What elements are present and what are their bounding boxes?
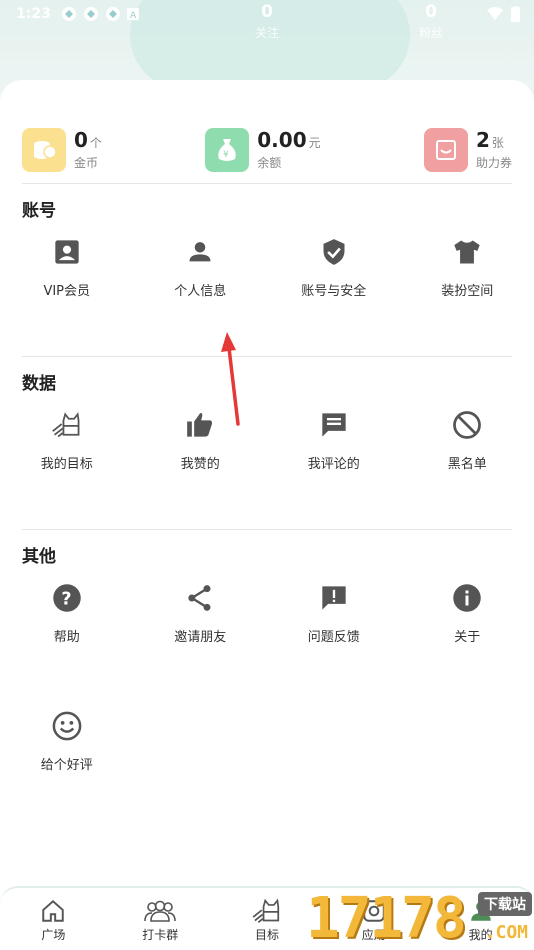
section-account: 账号 VIP会员 个人信息 账号与安全 装扮空间 bbox=[22, 184, 512, 357]
target-cat-icon bbox=[252, 898, 280, 923]
asset-coupons[interactable]: 2张 助力券 bbox=[423, 116, 512, 183]
coins-value: 0 bbox=[74, 128, 88, 152]
shield-check-icon bbox=[318, 236, 350, 268]
feedback-icon bbox=[318, 582, 350, 614]
section-title-data: 数据 bbox=[22, 374, 56, 394]
tshirt-icon bbox=[451, 236, 483, 268]
menu-feedback[interactable]: 问题反馈 bbox=[267, 574, 401, 702]
menu-account-security[interactable]: 账号与安全 bbox=[267, 228, 401, 356]
asset-coins[interactable]: 0个 金币 bbox=[22, 116, 102, 183]
watermark-suffix: .COM bbox=[484, 922, 528, 943]
status-notification-icons: A bbox=[61, 6, 139, 22]
vip-card-icon bbox=[51, 236, 83, 268]
menu-my-likes[interactable]: 我赞的 bbox=[134, 401, 268, 529]
section-title-other: 其他 bbox=[22, 547, 56, 567]
watermark-tag: 下载站 bbox=[478, 892, 532, 916]
section-other: 其他 ? 帮助 邀请朋友 问题反馈 关于 给个好评 bbox=[22, 530, 512, 830]
balance-value: 0.00 bbox=[257, 128, 307, 152]
assets-row: 0个 金币 ¥ 0.00 元 余额 2张 助力券 bbox=[22, 80, 512, 184]
info-icon bbox=[451, 582, 483, 614]
coins-label: 金币 bbox=[74, 156, 99, 170]
nav-checkin-group[interactable]: 打卡群 bbox=[107, 888, 214, 950]
site-watermark: 17178 下载站 .COM bbox=[306, 884, 534, 950]
status-right bbox=[487, 6, 520, 22]
menu-dress-space[interactable]: 装扮空间 bbox=[401, 228, 534, 356]
menu-rate-app[interactable]: 给个好评 bbox=[0, 702, 134, 830]
home-icon bbox=[42, 899, 65, 922]
notification-icon bbox=[61, 7, 76, 21]
menu-personal-info[interactable]: 个人信息 bbox=[134, 228, 268, 356]
coupon-value: 2 bbox=[475, 128, 490, 152]
share-icon bbox=[184, 582, 216, 614]
watermark-digits: 17178 bbox=[306, 886, 467, 950]
coupon-icon bbox=[423, 127, 468, 172]
balance-label: 余额 bbox=[257, 156, 282, 170]
asset-balance[interactable]: ¥ 0.00 元 余额 bbox=[205, 116, 321, 183]
svg-text:¥: ¥ bbox=[223, 150, 229, 160]
battery-icon bbox=[511, 6, 520, 22]
group-icon bbox=[144, 900, 176, 922]
block-icon bbox=[451, 409, 483, 441]
wifi-icon bbox=[487, 7, 503, 20]
money-bag-icon: ¥ bbox=[205, 127, 250, 172]
profile-card: 0个 金币 ¥ 0.00 元 余额 2张 助力券 账号 VIP会员 个人信息 账… bbox=[0, 80, 534, 900]
thumbs-up-icon bbox=[184, 409, 216, 441]
annotation-arrow bbox=[221, 332, 240, 426]
comment-icon bbox=[318, 409, 350, 441]
target-cat-icon bbox=[51, 409, 83, 441]
smile-icon bbox=[51, 710, 83, 742]
person-icon bbox=[184, 236, 216, 268]
app-notification-icon: A bbox=[126, 8, 139, 20]
menu-blacklist[interactable]: 黑名单 bbox=[401, 401, 534, 529]
menu-vip[interactable]: VIP会员 bbox=[0, 228, 134, 356]
nav-plaza[interactable]: 广场 bbox=[0, 888, 107, 950]
menu-about[interactable]: 关于 bbox=[401, 574, 534, 702]
menu-my-comments[interactable]: 我评论的 bbox=[267, 401, 401, 529]
menu-help[interactable]: ? 帮助 bbox=[0, 574, 134, 702]
notification-icon bbox=[83, 7, 98, 21]
coupon-label: 助力券 bbox=[475, 156, 512, 170]
svg-text:?: ? bbox=[61, 589, 71, 609]
menu-my-goals[interactable]: 我的目标 bbox=[0, 401, 134, 529]
svg-text:A: A bbox=[130, 11, 137, 20]
menu-invite-friends[interactable]: 邀请朋友 bbox=[134, 574, 268, 702]
notification-icon bbox=[105, 7, 120, 21]
status-bar: 1:23 A bbox=[0, 0, 534, 28]
coins-icon bbox=[22, 127, 66, 172]
help-icon: ? bbox=[51, 582, 83, 614]
status-time: 1:23 bbox=[16, 6, 51, 22]
section-title-account: 账号 bbox=[22, 201, 56, 221]
section-data: 数据 我的目标 我赞的 我评论的 黑名单 bbox=[22, 357, 512, 530]
nav-goals[interactable]: 目标 bbox=[214, 888, 321, 950]
